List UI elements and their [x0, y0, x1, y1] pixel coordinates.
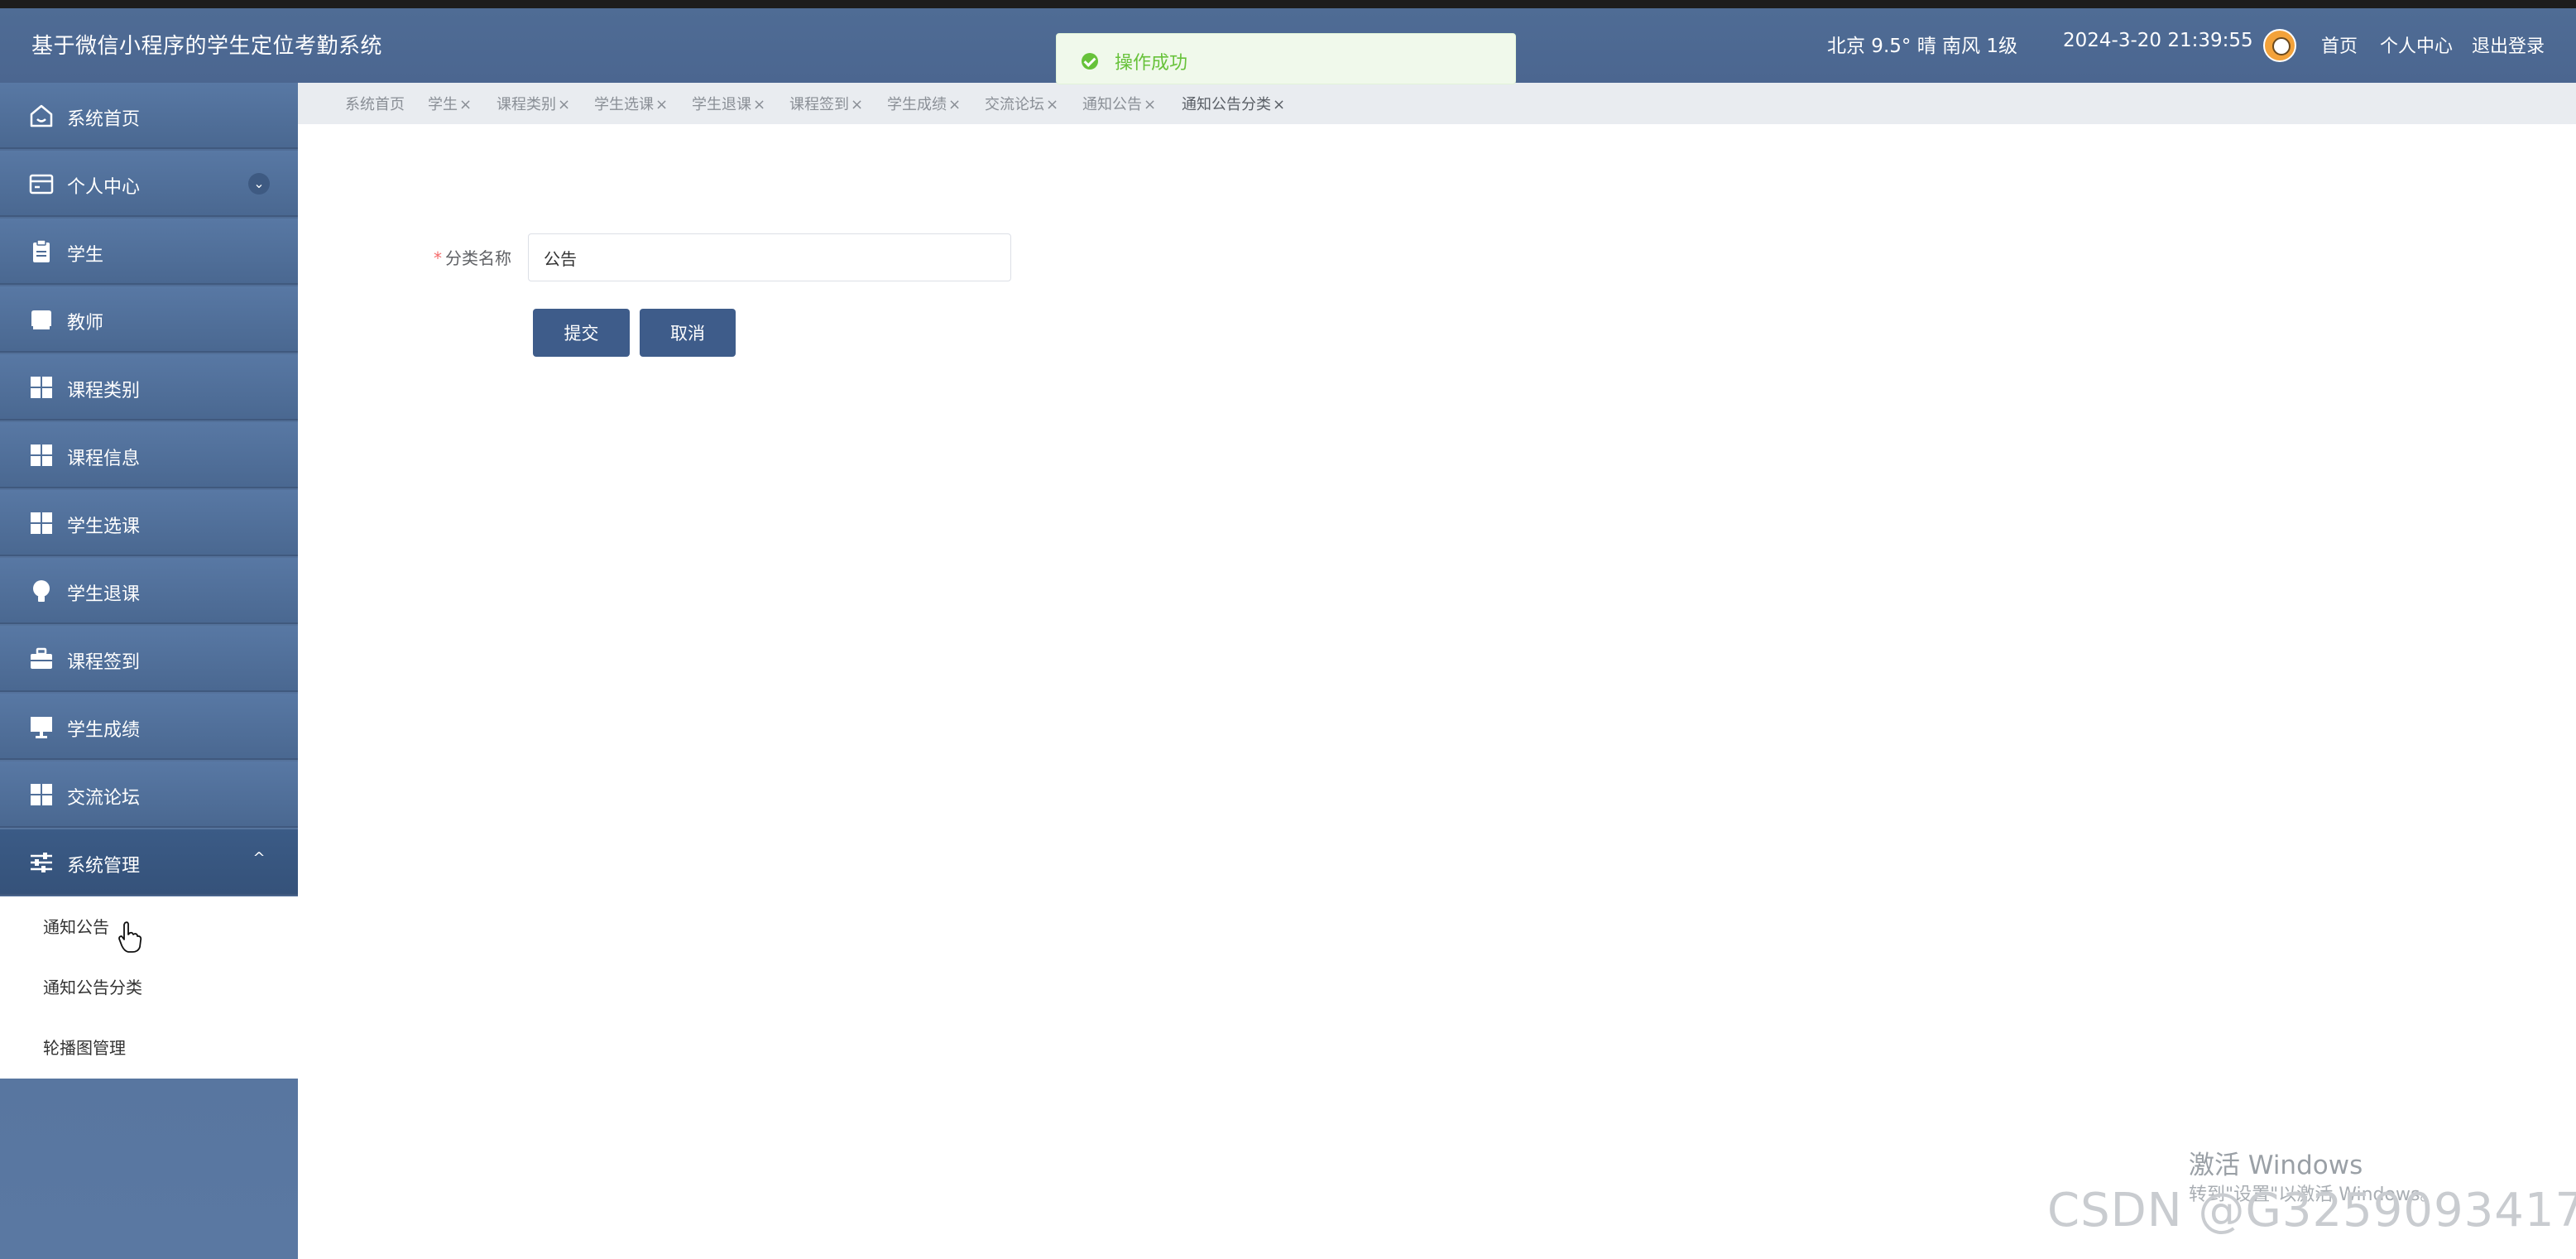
close-icon[interactable]: × [655, 96, 668, 113]
required-mark: * [434, 248, 442, 268]
sidebar-item-students[interactable]: 学生 [0, 219, 298, 285]
sidebar-item-course-selection[interactable]: 学生选课 [0, 490, 298, 556]
category-name-input[interactable] [528, 233, 1011, 281]
close-icon[interactable]: × [1046, 96, 1058, 113]
tab-course-checkin[interactable]: 课程签到 × [789, 93, 863, 114]
sidebar-item-profile[interactable]: 个人中心 ⌄ [0, 151, 298, 217]
wallet-icon [29, 174, 54, 195]
submit-button[interactable]: 提交 [533, 309, 630, 357]
windows-activation-title: 激活 Windows [2189, 1151, 2363, 1180]
sliders-icon [31, 853, 52, 872]
csdn-watermark: CSDN @G3259093417 [2047, 1184, 2576, 1237]
sidebar-item-label: 系统管理 [67, 856, 141, 877]
tab-course-withdrawal[interactable]: 学生退课 × [692, 93, 765, 114]
sidebar-item-label: 系统首页 [67, 109, 141, 130]
sidebar-item-course-categories[interactable]: 课程类别 [0, 354, 298, 420]
sidebar: 系统首页 个人中心 ⌄ 学生 教师 课程类别 课程信息 学生选课 学生退课 课程… [0, 83, 298, 1259]
sidebar-item-label: 学生 [67, 245, 104, 266]
sidebar-item-label: 教师 [67, 313, 104, 334]
header-link-profile[interactable]: 个人中心 [2380, 31, 2453, 58]
sidebar-item-course-checkin[interactable]: 课程签到 [0, 626, 298, 692]
briefcase-icon [31, 647, 52, 669]
sidebar-item-label: 课程签到 [67, 652, 141, 673]
grid-icon [31, 444, 52, 466]
tab-announcement-categories[interactable]: 通知公告分类 × [1182, 93, 1285, 114]
submenu-item-announcement-categories[interactable]: 通知公告分类 [43, 974, 142, 998]
sidebar-item-label: 学生选课 [67, 517, 141, 537]
tab-grades[interactable]: 学生成绩 × [887, 93, 961, 114]
header-link-logout[interactable]: 退出登录 [2472, 31, 2545, 58]
lightbulb-icon [33, 580, 50, 602]
grid-icon [31, 784, 52, 805]
sidebar-item-grades[interactable]: 学生成绩 [0, 694, 298, 760]
cancel-button[interactable]: 取消 [640, 309, 736, 357]
sidebar-item-dashboard[interactable]: 系统首页 [0, 83, 298, 149]
sidebar-item-teachers[interactable]: 教师 [0, 286, 298, 353]
sidebar-item-forum[interactable]: 交流论坛 [0, 762, 298, 828]
tabs-bar: 系统首页 学生 × 课程类别 × 学生选课 × 学生退课 × 课程签到 × 学生成绩 × 交… [298, 83, 2576, 124]
hand-cursor-icon [118, 921, 142, 953]
sidebar-item-course-withdrawal[interactable]: 学生退课 [0, 558, 298, 624]
tab-forum[interactable]: 交流论坛 × [985, 93, 1058, 114]
sidebar-item-label: 个人中心 [67, 177, 141, 198]
monitor-icon [31, 717, 52, 738]
close-icon[interactable]: × [558, 96, 570, 113]
tab-course-categories[interactable]: 课程类别 × [496, 93, 570, 114]
sidebar-item-course-info[interactable]: 课程信息 [0, 422, 298, 488]
grid-icon [31, 512, 52, 534]
home-icon [30, 104, 53, 127]
system-management-submenu: 通知公告 通知公告分类 轮播图管理 [0, 896, 298, 1079]
check-circle-icon [1082, 53, 1098, 70]
sidebar-item-label: 学生退课 [67, 584, 141, 605]
top-strip [0, 0, 2576, 8]
success-toast: 操作成功 [1056, 33, 1516, 84]
tab-dashboard[interactable]: 系统首页 [345, 93, 405, 114]
clipboard-icon [33, 239, 50, 262]
chevron-up-icon[interactable]: ^ [251, 849, 267, 867]
sidebar-item-label: 学生成绩 [67, 720, 141, 741]
current-datetime: 2024-3-20 21:39:55 [2063, 30, 2253, 51]
app-title: 基于微信小程序的学生定位考勤系统 [31, 34, 383, 59]
tab-course-selection[interactable]: 学生选课 × [594, 93, 668, 114]
header-link-home[interactable]: 首页 [2321, 31, 2358, 58]
avatar[interactable] [2263, 29, 2296, 62]
chevron-down-icon[interactable]: ⌄ [248, 173, 270, 195]
sidebar-item-label: 交流论坛 [67, 788, 141, 809]
close-icon[interactable]: × [1144, 96, 1156, 113]
grid-icon [31, 377, 52, 398]
close-icon[interactable]: × [948, 96, 961, 113]
sidebar-item-label: 课程信息 [67, 449, 141, 469]
inbox-icon [31, 310, 51, 329]
tab-announcements[interactable]: 通知公告 × [1082, 93, 1156, 114]
main-content [298, 124, 2576, 1259]
submenu-item-carousel-management[interactable]: 轮播图管理 [43, 1035, 126, 1059]
close-icon[interactable]: × [753, 96, 765, 113]
toast-message: 操作成功 [1115, 53, 1188, 74]
sidebar-item-system-management[interactable]: 系统管理 ^ [0, 829, 298, 896]
close-icon[interactable]: × [1273, 96, 1285, 113]
close-icon[interactable]: × [851, 96, 863, 113]
tab-students[interactable]: 学生 × [428, 93, 472, 114]
submenu-item-announcements[interactable]: 通知公告 [43, 914, 109, 938]
weather-info: 北京 9.5° 晴 南风 1级 [1827, 36, 2017, 57]
sidebar-item-label: 课程类别 [67, 381, 141, 401]
category-name-label: * 分类名称 [434, 248, 511, 268]
close-icon[interactable]: × [459, 96, 472, 113]
